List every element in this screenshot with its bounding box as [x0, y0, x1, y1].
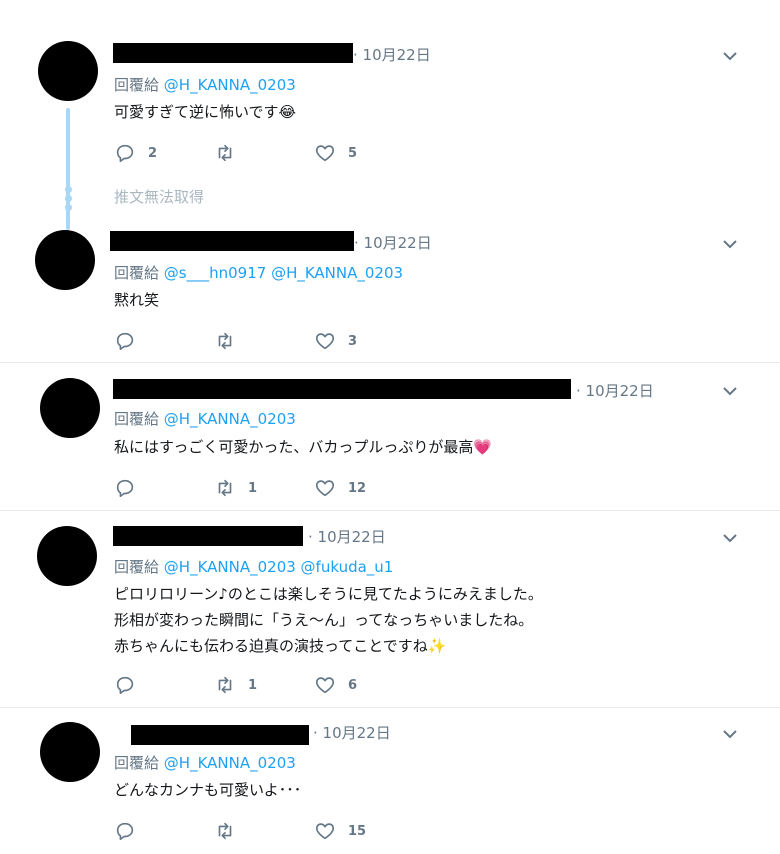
- reply-icon: [116, 144, 134, 163]
- tweet-date[interactable]: · 10月22日: [354, 232, 432, 253]
- reply-button[interactable]: [114, 673, 148, 697]
- reply-to: 回覆給 @H_KANNA_0203 @fukuda_u1: [114, 556, 393, 577]
- reply-button[interactable]: [114, 329, 148, 353]
- avatar[interactable]: [40, 722, 100, 782]
- tweet-actions: 1 6: [114, 673, 514, 697]
- reply-prefix: 回覆給: [114, 558, 160, 576]
- mention-link[interactable]: @H_KANNA_0203: [164, 76, 296, 94]
- thread-line: [66, 108, 70, 230]
- reply-to: 回覆給 @H_KANNA_0203: [114, 408, 296, 429]
- tweet-text-line: ピロリロリーン♪のとこは楽しそうに見てたようにみえました。: [114, 585, 543, 603]
- retweet-button[interactable]: [214, 329, 248, 353]
- chevron-down-icon[interactable]: [718, 44, 742, 68]
- tweet-text: どんなカンナも可愛いよ･･･: [114, 777, 301, 803]
- avatar[interactable]: [38, 41, 98, 101]
- divider: [0, 707, 780, 708]
- reply-to: 回覆給 @H_KANNA_0203: [114, 752, 296, 773]
- tweet-actions: 2 5: [114, 141, 514, 165]
- mention-link[interactable]: @H_KANNA_0203: [164, 754, 296, 772]
- redacted-name: [110, 231, 354, 251]
- retweet-icon: [218, 144, 232, 162]
- avatar[interactable]: [35, 230, 95, 290]
- redacted-name: [113, 43, 353, 63]
- tweet-text: 可愛すぎて逆に怖いです😂: [114, 99, 296, 125]
- reply-count: 2: [148, 145, 158, 161]
- redacted-name: [113, 526, 303, 546]
- retweet-icon: [218, 479, 232, 497]
- like-button[interactable]: 3: [314, 329, 357, 353]
- mention-link[interactable]: @H_KANNA_0203 @fukuda_u1: [164, 558, 394, 576]
- tweet-text-line: 私にはすっごく可愛かった、バカっプルっぷりが最高💗: [114, 438, 493, 456]
- reply-to: 回覆給 @H_KANNA_0203: [114, 74, 296, 95]
- tweet-text-line: 形相が変わった瞬間に「うえ〜ん」ってなっちゃいましたね。: [114, 611, 534, 629]
- chevron-down-icon[interactable]: [718, 526, 742, 550]
- redacted-name: [131, 725, 309, 745]
- avatar[interactable]: [40, 378, 100, 438]
- reply-to: 回覆給 @s___hn0917 @H_KANNA_0203: [114, 262, 403, 283]
- retweet-button[interactable]: 1: [214, 673, 257, 697]
- heart-icon: [315, 823, 335, 840]
- heart-icon: [315, 145, 335, 162]
- tweet-text-line: 赤ちゃんにも伝わる迫真の演技ってことですね✨: [114, 637, 447, 655]
- reply-button[interactable]: 2: [114, 141, 157, 165]
- tweet-text-line: 黙れ笑: [114, 291, 160, 309]
- divider: [0, 362, 780, 363]
- like-count: 15: [348, 823, 367, 839]
- reply-prefix: 回覆給: [114, 754, 160, 772]
- like-count: 5: [348, 145, 358, 161]
- retweet-count: 1: [248, 480, 258, 496]
- mention-link[interactable]: @H_KANNA_0203: [164, 410, 296, 428]
- reply-icon: [116, 479, 134, 498]
- reply-button[interactable]: [114, 819, 148, 843]
- retweet-icon: [218, 822, 232, 840]
- avatar[interactable]: [37, 526, 97, 586]
- heart-icon: [315, 480, 335, 497]
- reply-prefix: 回覆給: [114, 410, 160, 428]
- thread-dot: [64, 195, 72, 202]
- retweet-button[interactable]: 1: [214, 476, 257, 500]
- reply-icon: [116, 332, 134, 351]
- reply-prefix: 回覆給: [114, 76, 160, 94]
- tweet-actions: 15: [114, 819, 514, 843]
- like-button[interactable]: 12: [314, 476, 366, 500]
- retweet-icon: [218, 332, 232, 350]
- tweet-text-line: どんなカンナも可愛いよ･･･: [114, 781, 302, 799]
- like-button[interactable]: 15: [314, 819, 366, 843]
- heart-icon: [315, 333, 335, 350]
- like-button[interactable]: 6: [314, 673, 357, 697]
- tweet-actions: 3: [114, 329, 514, 353]
- tweet-text: 私にはすっごく可愛かった、バカっプルっぷりが最高💗: [114, 434, 492, 460]
- retweet-button[interactable]: [214, 141, 248, 165]
- tweet-unavailable-notice: 推文無法取得: [114, 188, 205, 206]
- tweet-date[interactable]: · 10月22日: [313, 722, 391, 743]
- chevron-down-icon[interactable]: [718, 232, 742, 256]
- tweet-text: ピロリロリーン♪のとこは楽しそうに見てたようにみえました。 形相が変わった瞬間に…: [114, 581, 543, 659]
- reply-prefix: 回覆給: [114, 264, 160, 282]
- tweet-text-line: 可愛すぎて逆に怖いです😂: [114, 103, 297, 121]
- reply-icon: [116, 822, 134, 841]
- retweet-count: 1: [248, 677, 258, 693]
- thread-dot: [64, 204, 72, 211]
- divider: [0, 510, 780, 511]
- like-button[interactable]: 5: [314, 141, 357, 165]
- reply-button[interactable]: [114, 476, 148, 500]
- like-count: 6: [348, 677, 358, 693]
- heart-icon: [315, 677, 335, 694]
- redacted-name: [113, 379, 571, 399]
- tweet-actions: 1 12: [114, 476, 514, 500]
- tweet-date[interactable]: · 10月22日: [576, 380, 654, 401]
- thread-dot: [64, 186, 72, 193]
- retweet-button[interactable]: [214, 819, 248, 843]
- chevron-down-icon[interactable]: [718, 379, 742, 403]
- reply-icon: [116, 676, 134, 695]
- tweet-date[interactable]: · 10月22日: [353, 44, 431, 65]
- retweet-icon: [218, 676, 232, 694]
- tweet-text: 黙れ笑: [114, 287, 159, 313]
- like-count: 3: [348, 333, 358, 349]
- mention-link[interactable]: @s___hn0917 @H_KANNA_0203: [164, 264, 403, 282]
- like-count: 12: [348, 480, 367, 496]
- tweet-date[interactable]: · 10月22日: [308, 526, 386, 547]
- chevron-down-icon[interactable]: [718, 722, 742, 746]
